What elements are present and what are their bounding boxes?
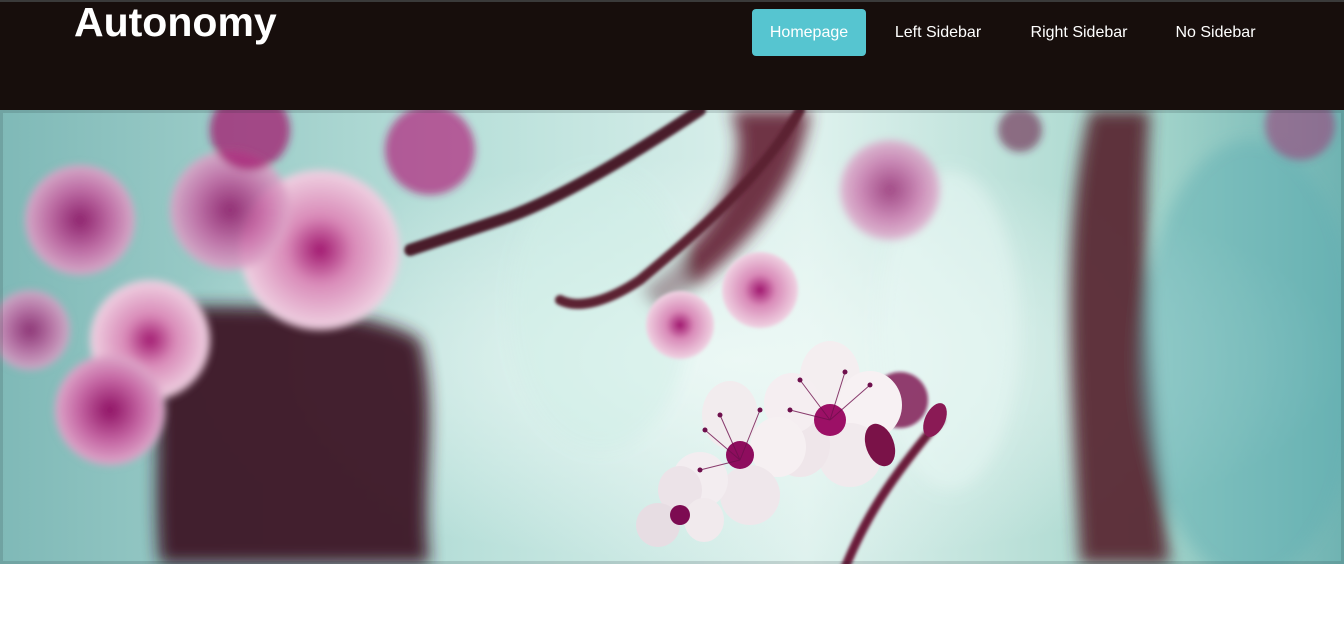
nav-item-no-sidebar[interactable]: No Sidebar bbox=[1148, 9, 1283, 56]
nav-item-left-sidebar[interactable]: Left Sidebar bbox=[866, 9, 1010, 56]
main-nav: Homepage Left Sidebar Right Sidebar No S… bbox=[752, 9, 1283, 56]
hero-image bbox=[0, 110, 1344, 564]
page-body bbox=[0, 564, 1344, 621]
cherry-blossom-photo bbox=[0, 110, 1344, 564]
nav-item-homepage[interactable]: Homepage bbox=[752, 9, 866, 56]
nav-item-right-sidebar[interactable]: Right Sidebar bbox=[1010, 9, 1148, 56]
site-header: Autonomy Homepage Left Sidebar Right Sid… bbox=[0, 0, 1344, 110]
site-title[interactable]: Autonomy bbox=[74, 0, 277, 46]
